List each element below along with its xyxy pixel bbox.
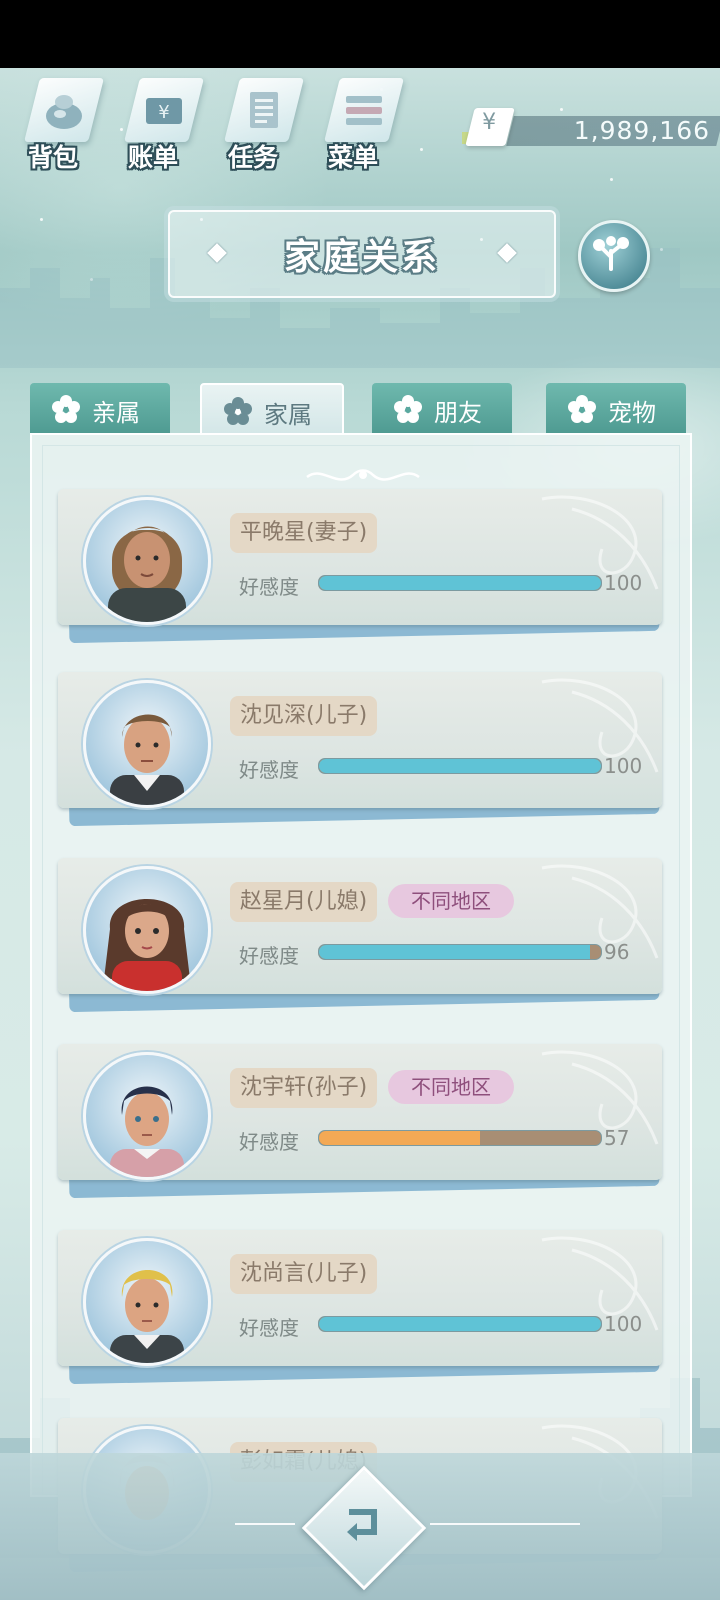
member-card[interactable]: 赵星月(儿媳) 不同地区 好感度 96: [58, 858, 662, 1013]
bag-icon: [24, 78, 104, 142]
affinity-bar: [318, 1316, 602, 1332]
nav-bag-label: 背包: [27, 143, 78, 172]
affinity-label: 好感度: [239, 575, 299, 599]
tab-relatives[interactable]: 亲属: [30, 383, 170, 433]
divider: [430, 1523, 580, 1525]
affinity-fill: [319, 1317, 601, 1331]
avatar: [83, 1238, 211, 1366]
money-display: ¥ 1,989,166: [462, 108, 720, 148]
flower-icon: [224, 397, 252, 425]
nav-task-label: 任务: [227, 143, 278, 172]
nav-menu-button[interactable]: 菜单: [318, 78, 404, 178]
avatar: [83, 680, 211, 808]
affinity-fill: [319, 759, 601, 773]
member-name: 平晚星(妻子): [230, 513, 378, 553]
menu-icon: [324, 78, 404, 142]
return-arrow-icon: [347, 1509, 377, 1541]
tab-relatives-label: 亲属: [92, 399, 140, 427]
page-title-panel: 家庭关系: [168, 210, 556, 298]
tree-icon: [593, 236, 629, 271]
tab-friends-label: 朋友: [434, 399, 482, 427]
member-name: 赵星月(儿媳): [230, 882, 378, 922]
nav-bill-button[interactable]: ¥ 账单: [118, 78, 204, 178]
affinity-fill: [319, 1131, 480, 1145]
avatar: [83, 866, 211, 994]
nav-task-button[interactable]: 任务: [218, 78, 304, 178]
affinity-value: 100: [604, 1312, 643, 1336]
flower-icon: [52, 395, 80, 423]
svg-text:¥: ¥: [158, 102, 169, 123]
bill-icon: ¥: [124, 78, 204, 142]
affinity-bar: [318, 758, 602, 774]
member-name: 沈宇轩(孙子): [230, 1068, 378, 1108]
flower-icon: [394, 395, 422, 423]
region-badge: 不同地区: [388, 884, 514, 918]
ornament-divider: [306, 469, 420, 481]
nav-menu-label: 菜单: [327, 143, 378, 172]
member-card[interactable]: 沈尚言(儿子) 好感度 100: [58, 1230, 662, 1385]
tab-family-label: 家属: [264, 401, 312, 429]
affinity-value: 100: [604, 571, 643, 595]
affinity-bar: [318, 1130, 602, 1146]
nav-bag-button[interactable]: 背包: [18, 78, 104, 178]
page-title: 家庭关系: [283, 237, 440, 278]
affinity-label: 好感度: [239, 1316, 299, 1340]
task-icon: [224, 78, 304, 142]
affinity-label: 好感度: [239, 758, 299, 782]
affinity-fill: [319, 576, 601, 590]
affinity-value: 96: [604, 940, 630, 964]
divider: [235, 1523, 295, 1525]
tab-family[interactable]: 家属: [200, 383, 344, 435]
member-name: 沈尚言(儿子): [230, 1254, 378, 1294]
member-name: 沈见深(儿子): [230, 696, 378, 736]
member-card[interactable]: 沈见深(儿子) 好感度 100: [58, 672, 662, 827]
affinity-label: 好感度: [239, 944, 299, 968]
affinity-fill: [319, 945, 590, 959]
avatar: [83, 497, 211, 625]
family-tree-button[interactable]: [578, 220, 650, 292]
affinity-bar: [318, 575, 602, 591]
avatar: [83, 1052, 211, 1180]
affinity-bar: [318, 944, 602, 960]
affinity-value: 57: [604, 1126, 630, 1150]
region-badge: 不同地区: [388, 1070, 514, 1104]
tab-pets-label: 宠物: [608, 399, 656, 427]
nav-bill-label: 账单: [127, 143, 178, 172]
status-bar: [0, 0, 720, 68]
money-amount: 1,989,166: [573, 116, 710, 145]
member-card[interactable]: 平晚星(妻子) 好感度 100: [58, 489, 662, 644]
tab-pets[interactable]: 宠物: [546, 383, 686, 433]
member-card[interactable]: 沈宇轩(孙子) 不同地区 好感度 57: [58, 1044, 662, 1199]
affinity-value: 100: [604, 754, 643, 778]
tab-friends[interactable]: 朋友: [372, 383, 512, 433]
flower-icon: [568, 395, 596, 423]
affinity-label: 好感度: [239, 1130, 299, 1154]
